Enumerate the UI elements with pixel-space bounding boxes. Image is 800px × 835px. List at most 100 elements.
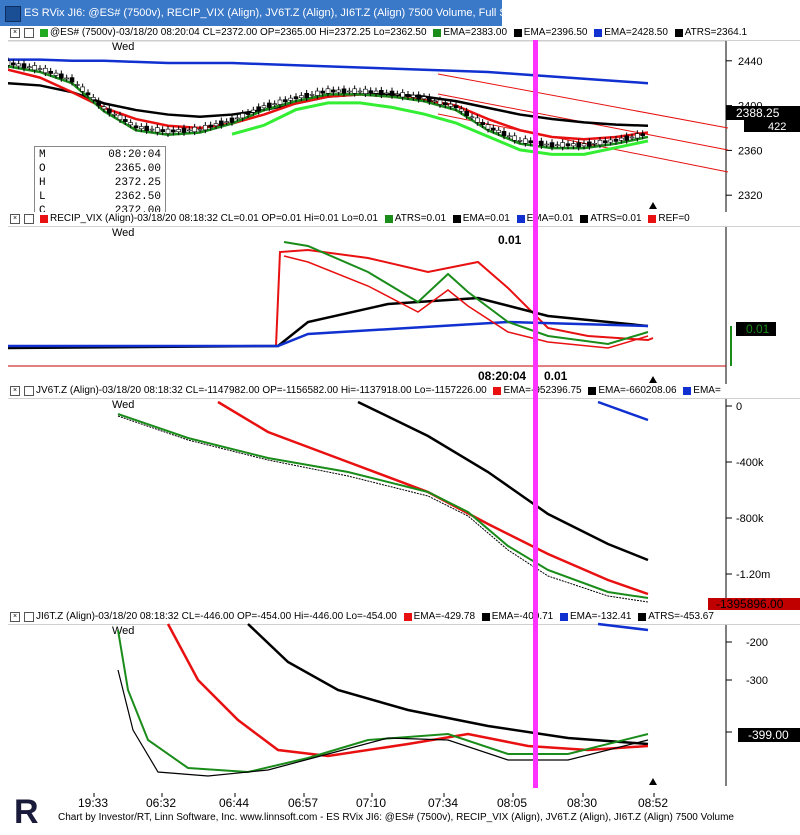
candle-body [635, 133, 640, 139]
ji6t-chart[interactable]: Wed -200 -300 -399.00 [8, 610, 800, 786]
candle-body [117, 114, 123, 120]
y-tick-label: -300 [746, 675, 768, 687]
candle-body [27, 66, 32, 69]
candle-body [277, 99, 283, 105]
candle-body [53, 72, 59, 76]
candle-body [112, 113, 117, 116]
x-tick-label: 06:57 [288, 796, 318, 810]
candle-body [224, 121, 229, 123]
candle-body [272, 103, 277, 106]
candle-body [624, 135, 629, 141]
window-title: ES RVix JI6: @ES# (7500v), RECIP_VIX (Al… [24, 7, 601, 19]
x-tick-label: 07:10 [356, 796, 386, 810]
investor-rt-logo-icon: R [14, 793, 39, 831]
candle-body [539, 140, 544, 146]
candle-body [352, 88, 357, 94]
candle-body [603, 140, 608, 144]
candle-body [251, 109, 256, 113]
candle-body [240, 113, 245, 119]
recip-vix-pane[interactable]: × RECIP_VIX (Align)-03/18/20 08:18:32 CL=… [8, 212, 800, 384]
candle-body [299, 95, 304, 99]
x-tick-label: 06:32 [146, 796, 176, 810]
candle-body [485, 124, 491, 130]
candle-body [597, 140, 603, 146]
candle-body [475, 117, 480, 123]
candle-body [560, 142, 565, 148]
footer-credit: Chart by Investor/RT, Linn Software, Inc… [58, 812, 734, 823]
candle-body [629, 136, 635, 139]
candle-body [427, 96, 432, 102]
data-window-key: M [39, 149, 46, 161]
x-tick-label: 08:52 [638, 796, 668, 810]
data-window-key: L [39, 191, 46, 203]
candle-body [149, 128, 155, 131]
candle-body [459, 108, 464, 112]
candle-body [501, 131, 507, 137]
candle-body [480, 122, 485, 125]
candle-body [283, 99, 288, 103]
top-value-label: 0.01 [498, 233, 522, 247]
crosshair-cursor-line[interactable] [533, 40, 538, 788]
candle-body [613, 138, 619, 142]
candle-body [101, 106, 107, 110]
last-price-label: -1395896.00 [716, 597, 784, 610]
candle-body [176, 129, 181, 133]
jv6t-pane[interactable]: × JV6T.Z (Align)-03/18/20 08:18:32 CL=-11… [8, 384, 800, 610]
candle-body [405, 94, 411, 97]
y-tick-label: -1.20m [736, 569, 770, 581]
candle-body [203, 125, 208, 131]
ji6t-pane[interactable]: × JI6T.Z (Align)-03/18/20 08:18:32 CL=-44… [8, 610, 800, 786]
candle-body [432, 100, 437, 103]
candle-body [304, 92, 309, 99]
last-price-label: 0.01 [746, 322, 770, 336]
candle-body [59, 73, 64, 79]
candle-body [400, 92, 405, 98]
candle-body [416, 94, 421, 100]
candle-body [187, 129, 192, 132]
x-tick-label: 08:05 [497, 796, 527, 810]
candle-body [256, 106, 261, 112]
recip-vix-chart[interactable]: Wed 0.01 0.01 08:20:04 0.01 [8, 212, 800, 384]
candle-body [80, 86, 85, 92]
candle-body [544, 143, 549, 146]
candle-body [448, 103, 453, 107]
candle-body [347, 90, 352, 93]
data-window-key: O [39, 163, 46, 175]
candle-body [165, 128, 171, 134]
candle-body [421, 96, 427, 100]
window-titlebar[interactable]: ES RVix JI6: @ES# (7500v), RECIP_VIX (Al… [0, 0, 600, 26]
candle-body [565, 143, 571, 147]
series-line-lime [231, 101, 649, 156]
candle-body [261, 105, 267, 109]
candle-body [309, 94, 315, 96]
app-icon [5, 6, 21, 22]
data-window-row: O 2365.00 [39, 163, 161, 176]
candle-body [69, 77, 75, 83]
candle-body [181, 127, 187, 133]
candle-body [336, 89, 341, 93]
series-line [8, 58, 649, 85]
candle-body [21, 63, 27, 69]
candle-body [640, 133, 645, 137]
candle-body [496, 129, 501, 133]
y-tick-label: -400k [736, 457, 764, 469]
candle-body [11, 62, 16, 66]
candle-body [368, 90, 373, 94]
y-tick-label: 0 [736, 401, 742, 413]
x-tick-label: 06:44 [219, 796, 249, 810]
volume-label: 422 [768, 121, 786, 133]
candle-body [208, 124, 213, 128]
candle-body [91, 97, 96, 100]
cursor-value-label: 0.01 [544, 369, 568, 383]
candle-body [395, 93, 400, 96]
candle-body [8, 60, 11, 66]
jv6t-chart[interactable]: Wed 0 -400k -800k -1.20m -1395896.00 [8, 384, 800, 610]
candle-body [411, 94, 416, 98]
day-label: Wed [112, 227, 134, 239]
es-price-pane[interactable]: × @ES# (7500v)-03/18/20 08:20:04 CL=2372.… [8, 26, 800, 240]
candle-body [144, 125, 149, 131]
candle-body [373, 90, 379, 94]
candle-body [171, 129, 176, 133]
candle-body [507, 135, 512, 138]
y-tick-label: 2360 [738, 145, 762, 157]
